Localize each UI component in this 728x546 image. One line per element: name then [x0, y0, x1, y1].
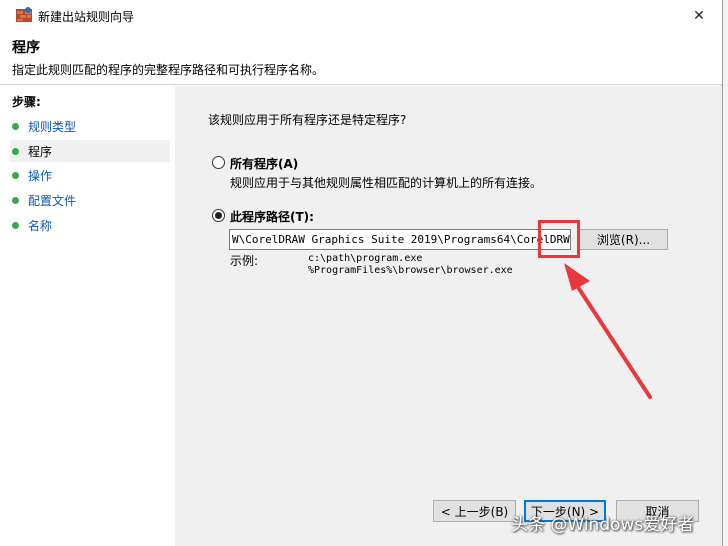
back-button[interactable]: < 上一步(B)	[433, 500, 516, 522]
step-label: 配置文件	[28, 193, 77, 208]
wizard-header: 程序 指定此规则匹配的程序的完整程序路径和可执行程序名称。	[0, 31, 722, 85]
highlight-box	[538, 220, 580, 258]
this-program-radio[interactable]	[212, 209, 225, 222]
page-title: 程序	[12, 40, 40, 56]
example-path-1: c:\path\program.exe	[308, 253, 423, 264]
step-label: 规则类型	[28, 119, 77, 134]
all-programs-description: 规则应用于与其他规则属性相匹配的计算机上的所有连接。	[230, 176, 543, 190]
program-path-input[interactable]: W\CorelDRAW Graphics Suite 2019\Programs…	[229, 229, 571, 250]
step-rule-type[interactable]: 规则类型	[10, 115, 170, 137]
step-label: 名称	[28, 218, 53, 233]
step-label: 程序	[28, 144, 53, 159]
step-bullet-icon	[12, 122, 19, 130]
step-program[interactable]: 程序	[10, 140, 170, 162]
step-profile[interactable]: 配置文件	[10, 189, 170, 211]
window-title: 新建出站规则向导	[38, 10, 135, 24]
all-programs-radio[interactable]	[212, 156, 225, 169]
program-scope-question: 该规则应用于所有程序还是特定程序?	[208, 113, 407, 127]
arrow-shaft	[568, 273, 652, 399]
firewall-app-icon	[16, 7, 32, 22]
example-path-2: %ProgramFiles%\browser\browser.exe	[308, 265, 513, 276]
all-programs-label[interactable]: 所有程序(A)	[230, 155, 298, 172]
step-label: 操作	[28, 168, 53, 183]
background-window-edge	[722, 0, 728, 546]
example-label: 示例:	[230, 254, 259, 268]
step-bullet-icon	[12, 221, 19, 229]
close-icon: ✕	[693, 7, 705, 24]
browse-button[interactable]: 浏览(R)...	[579, 229, 668, 250]
step-action[interactable]: 操作	[10, 164, 170, 186]
step-name[interactable]: 名称	[10, 214, 170, 236]
step-bullet-icon	[12, 196, 19, 204]
rule-wizard-window: 新建出站规则向导 ✕ 程序 指定此规则匹配的程序的完整程序路径和可执行程序名称。…	[0, 0, 722, 546]
close-button[interactable]: ✕	[676, 0, 722, 31]
step-bullet-icon	[12, 147, 19, 155]
arrow-head	[564, 263, 590, 291]
steps-heading: 步骤:	[12, 95, 41, 109]
steps-sidebar: 步骤: 规则类型 程序 操作 配置文件 名称	[0, 86, 175, 546]
title-bar: 新建出站规则向导 ✕	[0, 0, 722, 31]
watermark-text: 头条 @Windows爱好者	[511, 515, 695, 535]
this-program-label[interactable]: 此程序路径(T):	[230, 208, 314, 225]
red-arrow-icon	[564, 263, 652, 399]
page-description: 指定此规则匹配的程序的完整程序路径和可执行程序名称。	[12, 63, 325, 77]
step-bullet-icon	[12, 171, 19, 179]
